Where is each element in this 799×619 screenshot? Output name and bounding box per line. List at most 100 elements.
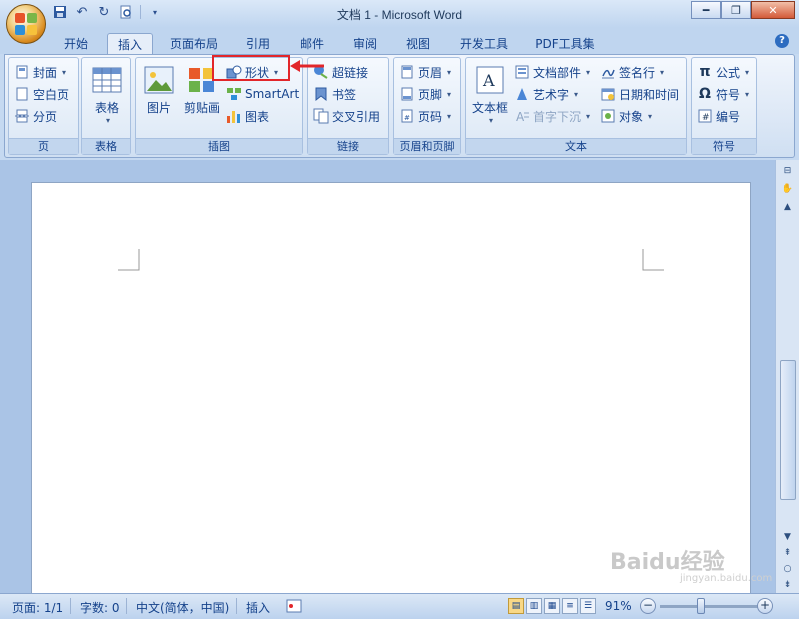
tab-mailings[interactable]: 邮件 (291, 33, 333, 54)
chart-icon (226, 108, 242, 124)
drop-cap-button[interactable]: A 首字下沉 ▾ (514, 106, 590, 126)
calendar-icon (600, 86, 616, 102)
window-title: 文档 1 - Microsoft Word (336, 8, 463, 22)
page-count[interactable]: 页面: 1/1 (12, 599, 63, 616)
print-layout-view-button[interactable]: ▤ (508, 598, 524, 614)
document-page[interactable] (31, 182, 751, 602)
chevron-down-icon: ▾ (62, 67, 67, 77)
footer-button[interactable]: 页脚 ▾ (399, 84, 451, 104)
insert-mode-indicator[interactable]: 插入 (246, 599, 270, 616)
office-logo-icon (15, 13, 37, 35)
group-pages: 封面 ▾ 空白页 分页 页 (8, 57, 79, 155)
blank-page-button[interactable]: 空白页 (14, 84, 69, 104)
symbol-button[interactable]: Ω 符号 ▾ (697, 84, 749, 104)
tab-pdf-tools[interactable]: PDF工具集 (527, 33, 603, 54)
restore-button[interactable]: ❐ (721, 1, 751, 19)
drop-cap-icon: A (514, 108, 530, 124)
zoom-slider[interactable] (660, 605, 760, 608)
object-icon (600, 108, 616, 124)
quick-parts-icon (514, 64, 530, 80)
minimize-button[interactable]: ━ (691, 1, 721, 19)
number-icon: # (697, 108, 713, 124)
wordart-button[interactable]: 艺术字 ▾ (514, 84, 578, 104)
close-button[interactable]: ✕ (751, 1, 795, 19)
group-label-links: 链接 (308, 138, 388, 154)
zoom-out-button[interactable]: − (640, 598, 656, 614)
bookmark-button[interactable]: 书签 (313, 84, 356, 104)
quick-parts-button[interactable]: 文档部件 ▾ (514, 62, 590, 82)
ribbon: 封面 ▾ 空白页 分页 页 表格 ▾ 表格 图片 剪贴画 形状 ▾ SmartA… (4, 54, 795, 158)
previous-page-icon[interactable]: ⇞ (779, 546, 796, 560)
picture-button[interactable]: 图片 (142, 64, 176, 116)
equation-button[interactable]: π 公式 ▾ (697, 62, 749, 82)
tab-developer[interactable]: 开发工具 (451, 33, 517, 54)
vertical-scrollbar[interactable]: ⊟ ✋ ▲ ▼ ⇞ ○ ⇟ (775, 160, 799, 593)
web-layout-view-button[interactable]: ▦ (544, 598, 560, 614)
page-break-button[interactable]: 分页 (14, 106, 57, 126)
outline-view-button[interactable]: ≡ (562, 598, 578, 614)
tab-review[interactable]: 审阅 (344, 33, 386, 54)
table-button[interactable]: 表格 ▾ (90, 64, 124, 125)
signature-line-button[interactable]: 签名行 ▾ (600, 62, 664, 82)
smartart-button[interactable]: SmartArt (226, 84, 299, 104)
ribbon-tabs: 开始 插入 页面布局 引用 邮件 审阅 视图 开发工具 PDF工具集 ? (0, 28, 799, 54)
chevron-down-icon: ▾ (648, 111, 653, 121)
zoom-slider-thumb[interactable] (697, 598, 705, 614)
tab-page-layout[interactable]: 页面布局 (164, 33, 224, 54)
object-button[interactable]: 对象 ▾ (600, 106, 652, 126)
chevron-down-icon: ▾ (447, 89, 452, 99)
svg-text:#: # (404, 114, 410, 122)
group-label-illustrations: 插图 (136, 138, 302, 154)
smartart-icon (226, 86, 242, 102)
tab-home[interactable]: 开始 (55, 33, 97, 54)
group-text: A 文本框 ▾ 文档部件 ▾ 艺术字 ▾ A 首字下沉 ▾ 签名行 ▾ 日期和时间 对象… (465, 57, 687, 155)
next-page-icon[interactable]: ⇟ (779, 578, 796, 592)
scroll-thumb[interactable] (780, 360, 796, 500)
tab-references[interactable]: 引用 (237, 33, 279, 54)
status-separator (70, 598, 71, 614)
full-screen-reading-view-button[interactable]: ▥ (526, 598, 542, 614)
document-area (0, 160, 775, 602)
baidu-watermark: Baidu经验 jingyan.baidu.com (610, 550, 773, 584)
tab-view[interactable]: 视图 (397, 33, 439, 54)
macro-record-icon[interactable] (286, 599, 302, 616)
cross-reference-icon (313, 108, 329, 124)
textbox-button[interactable]: A 文本框 ▾ (470, 64, 510, 125)
textbox-icon: A (474, 64, 506, 96)
group-symbols: π 公式 ▾ Ω 符号 ▾ # 编号 符号 (691, 57, 757, 155)
language-indicator[interactable]: 中文(简体，中国) (136, 599, 229, 616)
chevron-down-icon: ▾ (488, 116, 493, 125)
cover-page-button[interactable]: 封面 ▾ (14, 62, 66, 82)
shapes-highlight-box (212, 55, 290, 81)
page-number-icon: # (399, 108, 415, 124)
tab-insert[interactable]: 插入 (107, 33, 153, 54)
status-separator (126, 598, 127, 614)
scroll-down-icon[interactable]: ▼ (779, 530, 796, 544)
hand-icon[interactable]: ✋ (779, 182, 796, 196)
numbering-button[interactable]: # 编号 (697, 106, 740, 126)
status-separator (236, 598, 237, 614)
zoom-level[interactable]: 91% (605, 599, 632, 613)
margin-corner-top-right (642, 249, 664, 271)
draft-view-button[interactable]: ☰ (580, 598, 596, 614)
cross-reference-button[interactable]: 交叉引用 (313, 106, 380, 126)
help-icon[interactable]: ? (775, 34, 789, 48)
select-browse-object-icon[interactable]: ○ (779, 562, 796, 576)
footer-icon (399, 86, 415, 102)
scroll-up-icon[interactable]: ▲ (779, 200, 796, 214)
ruler-toggle-icon[interactable]: ⊟ (779, 164, 796, 178)
group-label-tables: 表格 (82, 138, 130, 154)
chevron-down-icon: ▾ (574, 89, 579, 99)
word-count[interactable]: 字数: 0 (80, 599, 120, 616)
omega-icon: Ω (699, 86, 711, 102)
office-button[interactable] (6, 4, 46, 44)
zoom-in-button[interactable]: + (757, 598, 773, 614)
chevron-down-icon: ▾ (447, 111, 452, 121)
chart-button[interactable]: 图表 (226, 106, 269, 126)
page-number-button[interactable]: # 页码 ▾ (399, 106, 451, 126)
header-button[interactable]: 页眉 ▾ (399, 62, 451, 82)
page-break-icon (14, 108, 30, 124)
bookmark-icon (313, 86, 329, 102)
chevron-down-icon: ▾ (586, 67, 591, 77)
date-time-button[interactable]: 日期和时间 (600, 84, 679, 104)
